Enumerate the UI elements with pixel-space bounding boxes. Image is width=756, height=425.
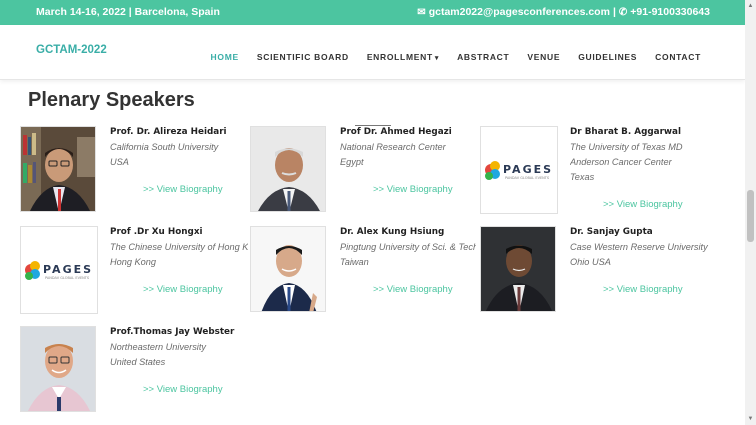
logo-title: PAGES xyxy=(503,163,553,176)
logo-title: PAGES xyxy=(43,263,93,276)
speaker-photo xyxy=(20,126,96,212)
speaker-info: Dr. Sanjay Gupta Case Western Reserve Un… xyxy=(570,225,710,270)
speaker-name: Prof.Thomas Jay Webster xyxy=(110,327,235,337)
speaker-info: Prof Dr. Ahmed Hegazi National Research … xyxy=(340,125,470,170)
view-biography-link[interactable]: >> View Biography xyxy=(603,284,683,295)
speaker-name: Prof .Dr Xu Hongxi xyxy=(110,227,203,237)
speaker-photo xyxy=(250,126,326,212)
section-heading: Plenary Speakers xyxy=(28,89,195,111)
speaker-photo xyxy=(480,226,556,312)
speaker-info: Prof.Thomas Jay Webster Northeastern Uni… xyxy=(110,325,240,370)
speaker-country: Hong Kong xyxy=(110,257,156,267)
nav-venue[interactable]: VENUE xyxy=(527,52,560,62)
speaker-affiliation: The University of Texas MD xyxy=(570,142,683,152)
speaker-info: Dr. Alex Kung Hsiung Pingtung University… xyxy=(340,225,476,270)
contact-info: ✉ gctam2022@pagesconferences.com | ✆ +91… xyxy=(417,6,710,18)
speaker-photo xyxy=(250,226,326,312)
speaker-name: Dr. Alex Kung Hsiung xyxy=(340,227,445,237)
speaker-country: Ohio USA xyxy=(570,257,611,267)
contact-separator: | xyxy=(612,6,616,18)
speaker-country: USA xyxy=(110,157,129,167)
speaker-affiliation: California South University xyxy=(110,142,219,152)
view-biography-link[interactable]: >> View Biography xyxy=(603,199,683,210)
main-navbar: GCTAM-2022 HOME SCIENTIFIC BOARD ENROLLM… xyxy=(0,25,745,80)
nav-home[interactable]: HOME xyxy=(211,52,239,62)
contact-email[interactable]: gctam2022@pagesconferences.com xyxy=(429,6,610,18)
nav-enrollment[interactable]: ENROLLMENT ▾ xyxy=(367,52,439,62)
logo-subtitle: PANDAV GLOBAL EVENTS xyxy=(505,176,550,180)
speaker-info: Prof .Dr Xu Hongxi The Chinese Universit… xyxy=(110,225,248,270)
speaker-photo xyxy=(20,326,96,412)
nav-contact[interactable]: CONTACT xyxy=(655,52,701,62)
speaker-photo: PAGES PANDAV GLOBAL EVENTS xyxy=(20,226,98,314)
speaker-name: Dr Bharat B. Aggarwal xyxy=(570,127,682,137)
speaker-info: Dr Bharat B. Aggarwal The University of … xyxy=(570,125,710,185)
scroll-down-icon[interactable]: ▼ xyxy=(747,415,754,423)
top-info-bar: March 14-16, 2022 | Barcelona, Spain ✉ g… xyxy=(0,0,745,25)
view-biography-link[interactable]: >> View Biography xyxy=(143,184,223,195)
scroll-up-icon[interactable]: ▲ xyxy=(747,2,754,10)
caret-down-icon: ▾ xyxy=(434,55,440,62)
speaker-name: Prof. Dr. Alireza Heidari xyxy=(110,127,227,137)
speaker-affiliation: The Chinese University of Hong Kong xyxy=(110,242,248,252)
speaker-affiliation-2: Anderson Cancer Center xyxy=(570,157,672,167)
event-dates: March 14-16, 2022 | Barcelona, Spain xyxy=(36,6,220,18)
page: March 14-16, 2022 | Barcelona, Spain ✉ g… xyxy=(0,0,756,425)
speaker-name: Dr. Sanjay Gupta xyxy=(570,227,653,237)
speaker-info: Prof. Dr. Alireza Heidari California Sou… xyxy=(110,125,240,170)
pages-logo-placeholder: PAGES PANDAV GLOBAL EVENTS xyxy=(481,127,557,213)
nav-menu: HOME SCIENTIFIC BOARD ENROLLMENT ▾ ABSTRA… xyxy=(211,52,701,62)
speaker-photo: PAGES PANDAV GLOBAL EVENTS xyxy=(480,126,558,214)
nav-abstract[interactable]: ABSTRACT xyxy=(457,52,509,62)
envelope-icon: ✉ xyxy=(417,6,426,18)
vertical-scrollbar[interactable]: ▲ ▼ xyxy=(745,0,756,425)
nav-enrollment-label: ENROLLMENT xyxy=(366,52,433,62)
speaker-affiliation: Case Western Reserve University xyxy=(570,242,708,252)
speaker-affiliation: National Research Center xyxy=(340,142,446,152)
nav-scientific-board[interactable]: SCIENTIFIC BOARD xyxy=(257,52,349,62)
speaker-affiliation: Pingtung University of Sci. & Tech xyxy=(340,242,476,252)
speaker-country: United States xyxy=(110,357,166,367)
view-biography-link[interactable]: >> View Biography xyxy=(373,284,453,295)
speaker-name: Prof Dr. Ahmed Hegazi xyxy=(340,127,452,137)
view-biography-link[interactable]: >> View Biography xyxy=(373,184,453,195)
speaker-country: Egypt xyxy=(340,157,364,167)
scrollbar-thumb[interactable] xyxy=(747,190,754,242)
speaker-affiliation: Northeastern University xyxy=(110,342,206,352)
phone-icon: ✆ xyxy=(618,6,628,18)
brand-logo[interactable]: GCTAM-2022 xyxy=(36,44,107,56)
view-biography-link[interactable]: >> View Biography xyxy=(143,384,223,395)
speaker-country: Taiwan xyxy=(340,257,369,267)
speaker-country: Texas xyxy=(570,172,595,182)
logo-subtitle: PANDAV GLOBAL EVENTS xyxy=(45,276,90,280)
pages-logo-placeholder: PAGES PANDAV GLOBAL EVENTS xyxy=(21,227,97,313)
nav-guidelines[interactable]: GUIDELINES xyxy=(578,52,637,62)
contact-phone[interactable]: +91-9100330643 xyxy=(630,6,710,18)
view-biography-link[interactable]: >> View Biography xyxy=(143,284,223,295)
